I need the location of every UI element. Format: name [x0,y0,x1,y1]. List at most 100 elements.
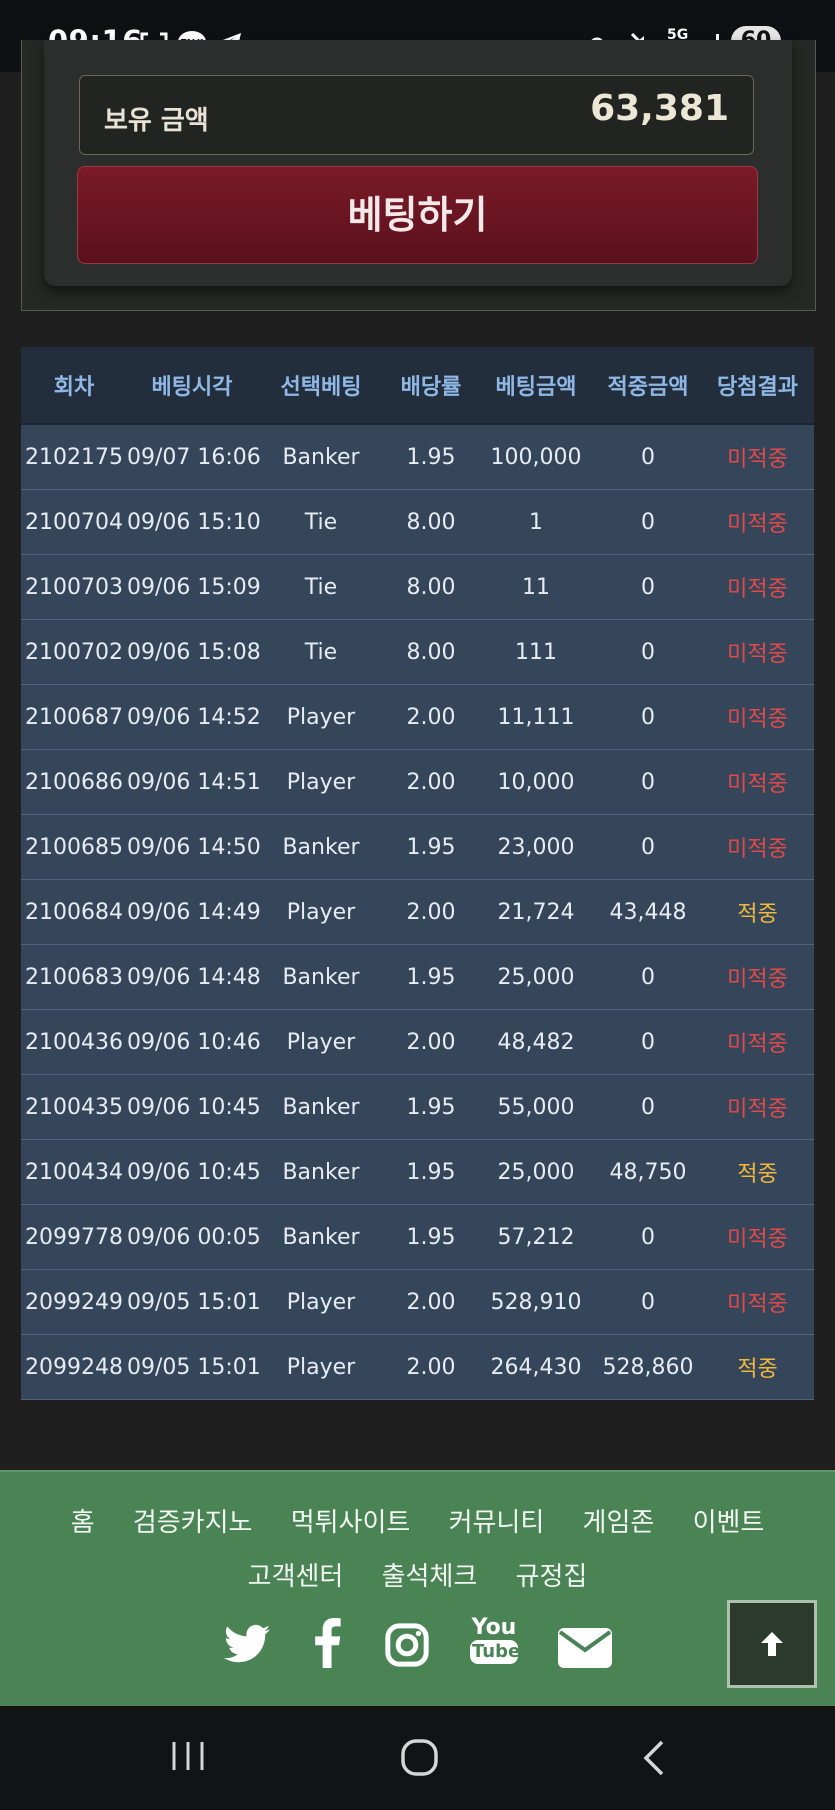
cell-pick: Player [286,1354,356,1380]
cell-pick: Banker [282,834,360,860]
cell-win: 0 [641,964,655,990]
cell-result: 미적중 [727,707,788,732]
cell-result: 미적중 [727,512,788,537]
cell-result: 미적중 [727,1292,788,1317]
recent-apps-icon[interactable] [168,1738,208,1774]
cell-round: 2100436 [25,1029,123,1055]
footer-link-verified-casino[interactable]: 검증카지노 [133,1508,253,1538]
cell-pick: Banker [282,1094,360,1120]
cell-pick: Player [286,704,356,730]
cell-pick: Banker [282,1224,360,1250]
footer-link-community[interactable]: 커뮤니티 [449,1508,545,1538]
cell-result: 적중 [737,1357,778,1382]
footer-link-rules[interactable]: 규정집 [516,1562,588,1592]
cell-pick: Player [286,769,356,795]
table-row: 2100686 09/06 14:51 Player 2.00 10,000 0 미적중 [21,750,814,815]
cell-round: 2099248 [25,1354,123,1380]
cell-pick: Banker [282,964,360,990]
cell-odds: 8.00 [406,509,456,535]
cell-round: 2100703 [25,574,123,600]
scroll-top-button[interactable] [727,1600,817,1688]
cell-win: 0 [641,1029,655,1055]
cell-win: 0 [641,444,655,470]
col-header-odds: 배당률 [400,375,462,400]
home-icon[interactable] [400,1738,440,1778]
cell-result: 적중 [737,902,778,927]
balance-box: 보유 금액 63,381 [79,75,754,155]
cell-odds: 1.95 [406,1159,456,1185]
cell-round: 2100685 [25,834,123,860]
cell-time: 09/06 14:50 [127,834,261,860]
cell-round: 2100687 [25,704,123,730]
cell-odds: 1.95 [406,1094,456,1120]
footer-link-support[interactable]: 고객센터 [248,1562,344,1592]
cell-odds: 1.95 [406,964,456,990]
footer-link-events[interactable]: 이벤트 [693,1508,765,1538]
footer-link-game-zone[interactable]: 게임존 [583,1508,655,1538]
cell-pick: Player [286,899,356,925]
cell-result: 적중 [737,1162,778,1187]
cell-win: 48,750 [609,1159,687,1185]
cell-odds: 2.00 [406,1289,456,1315]
cell-win: 0 [641,574,655,600]
cell-bet: 528,910 [490,1289,582,1315]
cell-odds: 2.00 [406,769,456,795]
footer-link-home[interactable]: 홈 [71,1508,95,1538]
cell-time: 09/06 14:52 [127,704,261,730]
footer-link-scam-sites[interactable]: 먹튀사이트 [291,1508,411,1538]
cell-odds: 2.00 [406,704,456,730]
cell-bet: 23,000 [497,834,575,860]
table-row: 2099249 09/05 15:01 Player 2.00 528,910 0 미적중 [21,1270,814,1335]
cell-result: 미적중 [727,1097,788,1122]
bet-button[interactable]: 베팅하기 [77,166,758,264]
cell-pick: Banker [282,1159,360,1185]
footer-links-row1: 홈 검증카지노 먹튀사이트 커뮤니티 게임존 이벤트 [0,1502,835,1539]
cell-time: 09/06 14:51 [127,769,261,795]
cell-win: 528,860 [602,1354,694,1380]
cell-time: 09/05 15:01 [127,1289,261,1315]
cell-bet: 1 [529,509,543,535]
cell-odds: 1.95 [406,444,456,470]
cell-time: 09/06 15:10 [127,509,261,535]
cell-round: 2099778 [25,1224,123,1250]
system-nav-bar [0,1706,835,1810]
cell-bet: 55,000 [497,1094,575,1120]
cell-odds: 8.00 [406,639,456,665]
col-header-round: 회차 [53,375,95,400]
twitter-icon[interactable] [224,1624,270,1664]
cell-bet: 25,000 [497,964,575,990]
cell-result: 미적중 [727,837,788,862]
cell-bet: 25,000 [497,1159,575,1185]
cell-win: 0 [641,509,655,535]
table-header: 회차 베팅시각 선택베팅 배당률 베팅금액 적중금액 당첨결과 [21,347,814,425]
cell-odds: 2.00 [406,1354,456,1380]
cell-win: 0 [641,639,655,665]
cell-win: 0 [641,834,655,860]
table-row: 2100684 09/06 14:49 Player 2.00 21,724 43,448… [21,880,814,945]
cell-result: 미적중 [727,967,788,992]
cell-odds: 8.00 [406,574,456,600]
cell-pick: Banker [282,444,360,470]
cell-round: 2100434 [25,1159,123,1185]
arrow-up-icon [761,1632,783,1656]
cell-odds: 1.95 [406,834,456,860]
cell-time: 09/06 15:08 [127,639,261,665]
cell-pick: Player [286,1029,356,1055]
table-row: 2099248 09/05 15:01 Player 2.00 264,430 528,8… [21,1335,814,1400]
cell-win: 43,448 [609,899,687,925]
youtube-icon[interactable]: You Tube [470,1616,520,1664]
footer-link-attendance[interactable]: 출석체크 [382,1562,478,1592]
cell-result: 미적중 [727,642,788,667]
cell-win: 0 [641,769,655,795]
facebook-icon[interactable] [312,1618,342,1668]
mail-icon[interactable] [558,1628,612,1668]
cell-win: 0 [641,1224,655,1250]
cell-round: 2100702 [25,639,123,665]
cell-round: 2100684 [25,899,123,925]
balance-value: 63,381 [590,88,729,129]
cell-time: 09/06 15:09 [127,574,261,600]
back-icon[interactable] [640,1738,670,1778]
instagram-icon[interactable] [384,1622,430,1668]
cell-result: 미적중 [727,772,788,797]
cell-pick: Tie [304,639,338,665]
